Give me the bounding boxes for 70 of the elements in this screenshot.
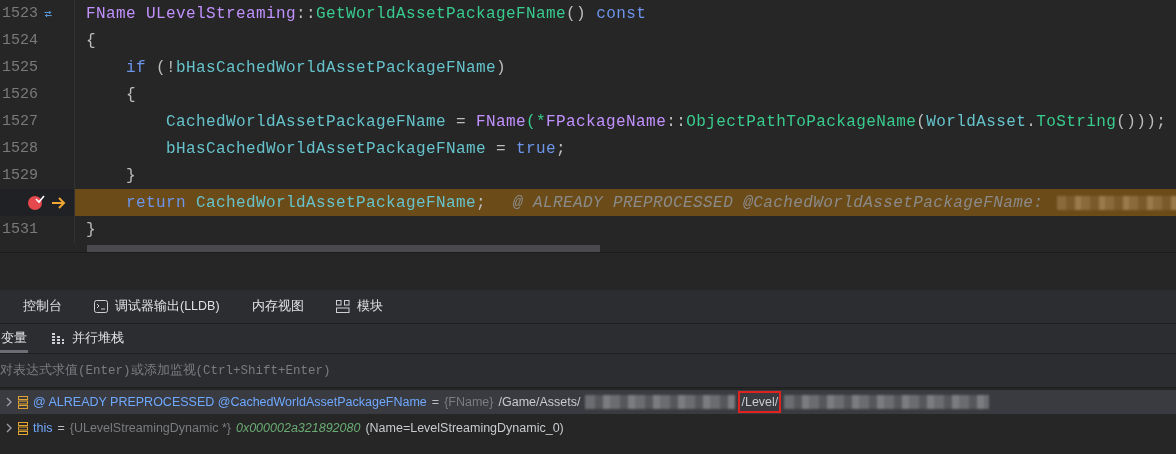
variable-name: @ ALREADY PREPROCESSED @CachedWorldAssetPackageFName bbox=[33, 395, 427, 409]
variable-value: = bbox=[431, 395, 440, 409]
code-token: FPackageName bbox=[546, 112, 667, 131]
code-token: if bbox=[125, 58, 146, 77]
code-token: FName bbox=[86, 4, 137, 23]
code-token: :: bbox=[296, 4, 317, 23]
code-token: ( bbox=[916, 112, 927, 131]
expression-field[interactable]: 对表达式求值(Enter)或添加监视(Ctrl+Shift+Enter) bbox=[0, 354, 1176, 388]
line-number: 1528 bbox=[1, 140, 38, 157]
code-token: ())); bbox=[1116, 112, 1167, 131]
variable-value: = bbox=[57, 421, 65, 435]
variable-value: {ULevelStreamingDynamic *} bbox=[69, 421, 231, 435]
code-token: . bbox=[1026, 112, 1037, 131]
code-token: } bbox=[125, 166, 136, 185]
line-number: 1529 bbox=[1, 167, 38, 184]
code-token: true bbox=[516, 139, 557, 158]
code-token: const bbox=[596, 4, 647, 23]
variable-value: {FName} bbox=[444, 395, 494, 409]
code-token: bHasCachedWorldAssetPackageFName bbox=[165, 139, 487, 158]
expand-chevron-icon[interactable] bbox=[6, 397, 13, 407]
code-token: { bbox=[86, 31, 96, 50]
variable-row[interactable]: this = {ULevelStreamingDynamic *} 0x000002a321892080 (Name=LevelStreamingDynamic_0) bbox=[0, 416, 1176, 440]
variable-value: 0x000002a321892080 bbox=[235, 421, 361, 435]
code-token: ObjectPathToPackageName bbox=[686, 112, 917, 131]
tool-tab[interactable]: 调试器输出(LLDB) bbox=[93, 290, 221, 323]
code-token: CachedWorldAssetPackageFName bbox=[196, 193, 477, 212]
variable-name: this bbox=[33, 421, 53, 435]
code-token: :: bbox=[666, 112, 687, 131]
code-token: (! bbox=[155, 58, 177, 77]
code-token: (* bbox=[526, 112, 547, 131]
tool-tab[interactable]: 控制台 bbox=[22, 290, 63, 323]
execution-arrow-icon bbox=[51, 196, 66, 209]
code-token: } bbox=[86, 220, 96, 239]
line-number: 1523 bbox=[1, 5, 38, 22]
highlighted-path: /Level/ bbox=[740, 393, 780, 411]
variable-value: /Game/Assets/ bbox=[498, 395, 581, 409]
line-number: 1525 bbox=[1, 59, 38, 76]
code-token: = bbox=[455, 112, 468, 131]
line-number: 1524 bbox=[1, 32, 38, 49]
debugger-tab[interactable]: 并行堆栈 bbox=[50, 324, 125, 353]
terminal-icon bbox=[94, 300, 108, 313]
code-token: ULevelStreaming bbox=[146, 4, 297, 23]
breakpoint-icon[interactable] bbox=[27, 194, 45, 211]
horizontal-scrollbar[interactable] bbox=[87, 245, 600, 252]
code-token: { bbox=[125, 85, 136, 104]
code-token: ToString bbox=[1036, 112, 1117, 131]
line-number: 1526 bbox=[1, 86, 38, 103]
code-token: ) bbox=[496, 58, 507, 77]
line-number: 1531 bbox=[1, 221, 38, 238]
modules-icon bbox=[335, 300, 350, 313]
variable-row[interactable]: @ ALREADY PREPROCESSED @CachedWorldAssetPackageFName = {FName} /Game/Assets/ /Level/ bbox=[0, 390, 1176, 414]
stacks-icon bbox=[51, 332, 65, 345]
code-token: WorldAsset bbox=[926, 112, 1027, 131]
code-token: ; bbox=[556, 139, 567, 158]
code-token: CachedWorldAssetPackageFName bbox=[165, 112, 447, 131]
line-number: 1527 bbox=[1, 113, 38, 130]
variable-icon bbox=[18, 421, 28, 435]
variable-value: (Name=LevelStreamingDynamic_0) bbox=[365, 421, 564, 435]
code-token: bHasCachedWorldAssetPackageFName bbox=[176, 58, 497, 77]
inline-value-hint: @ ALREADY PREPROCESSED @CachedWorldAssetPackageFName: bbox=[513, 193, 1044, 212]
code-token: () bbox=[566, 4, 588, 23]
tool-tab[interactable]: 模块 bbox=[334, 290, 384, 323]
variable-icon bbox=[18, 395, 28, 409]
code-token: FName bbox=[476, 112, 527, 131]
code-token: GetWorldAssetPackageFName bbox=[316, 4, 567, 23]
code-token: = bbox=[495, 139, 508, 158]
code-token: return bbox=[125, 193, 187, 212]
tool-tab[interactable]: 内存视图 bbox=[250, 290, 305, 323]
expand-chevron-icon[interactable] bbox=[6, 423, 13, 433]
code-token: ; bbox=[476, 193, 487, 212]
